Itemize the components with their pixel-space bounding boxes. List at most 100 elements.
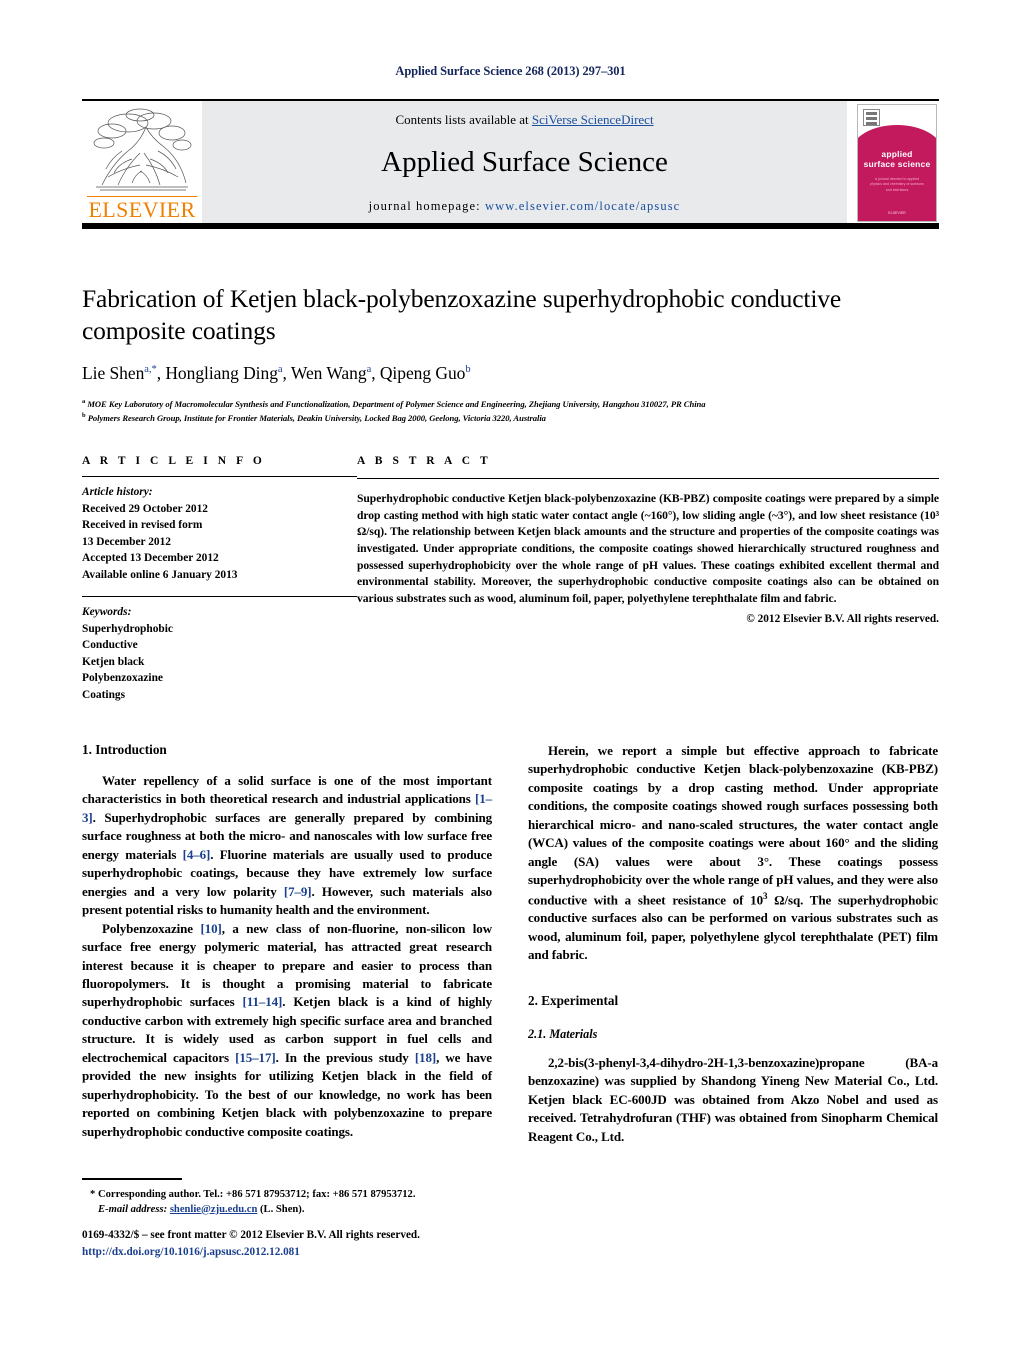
- article-history-item: Received in revised form: [82, 519, 203, 532]
- article-history-item: 13 December 2012: [82, 535, 171, 548]
- author-entry: Lie Shena,*: [82, 363, 157, 383]
- affiliation-item: b Polymers Research Group, Institute for…: [82, 411, 939, 425]
- cover-title-line2: surface science: [863, 159, 931, 170]
- footnote-corresponding-text: Corresponding author. Tel.: +86 571 8795…: [95, 1188, 416, 1200]
- body-columns: 1. Introduction Water repellency of a so…: [82, 742, 939, 1146]
- author-name: Lie Shen: [82, 363, 145, 384]
- text-run: Water repellency of a solid surface is o…: [82, 773, 492, 807]
- imprint-block: 0169-4332/$ – see front matter © 2012 El…: [82, 1227, 582, 1261]
- article-history-item: Available online 6 January 2013: [82, 568, 238, 581]
- elsevier-tree-icon: [93, 108, 192, 191]
- author-name: Hongliang Ding: [165, 363, 278, 384]
- abstract-rule: [357, 478, 939, 479]
- abstract-column: A B S T R A C T Superhydrophobic conduct…: [357, 455, 939, 703]
- article-info-heading: A R T I C L E I N F O: [82, 455, 266, 467]
- cover-title-line1: applied: [881, 149, 913, 159]
- email-label: E-mail address:: [98, 1203, 168, 1215]
- text-run: . In the previous study: [275, 1049, 415, 1065]
- article-history: Article history: Received 29 October 201…: [82, 484, 357, 583]
- author-entry: Qipeng Guob: [380, 363, 471, 383]
- citation-ref[interactable]: [11–14]: [243, 994, 283, 1009]
- intro-paragraph-1: Water repellency of a solid surface is o…: [82, 772, 492, 920]
- affiliation-mark: a: [82, 398, 86, 406]
- author-marks[interactable]: a: [278, 364, 283, 375]
- author-marks[interactable]: a,*: [144, 364, 156, 375]
- keyword-item: Conductive: [82, 639, 138, 652]
- title-block: Fabrication of Ketjen black-polybenzoxaz…: [82, 283, 939, 426]
- cover-footer-wordmark: ELSEVIER: [888, 211, 906, 215]
- body-column-right: Herein, we report a simple but effective…: [528, 742, 938, 1146]
- masthead-body: ELSEVIER Contents lists available at Sci…: [82, 101, 939, 223]
- cover-publisher-mark-icon: [863, 109, 880, 126]
- author-marks[interactable]: b: [465, 364, 470, 375]
- abstract-text: Superhydrophobic conductive Ketjen black…: [357, 492, 939, 606]
- affiliation-item: a MOE Key Laboratory of Macromolecular S…: [82, 397, 939, 411]
- keyword-item: Ketjen black: [82, 655, 145, 668]
- citation-ref[interactable]: [15–17]: [235, 1050, 276, 1065]
- author-email-link[interactable]: shenlie@zju.edu.cn: [170, 1204, 258, 1215]
- article-info-column: A R T I C L E I N F O Article history: R…: [82, 455, 357, 703]
- affiliation-mark: b: [82, 412, 86, 420]
- cover-subtitle: a journal devoted to applied physics and…: [870, 177, 924, 192]
- author-marks[interactable]: a: [367, 364, 372, 375]
- journal-cover-thumbnail[interactable]: applied surface science a journal devote…: [857, 104, 937, 222]
- author-name: Wen Wang: [290, 363, 367, 384]
- article-info-rule: [82, 476, 357, 477]
- footnote-body: * Corresponding author. Tel.: +86 571 87…: [82, 1187, 492, 1217]
- intro-paragraph-2: Polybenzoxazine [10], a new class of non…: [82, 920, 492, 1141]
- keywords-rule: [82, 596, 357, 598]
- doi-link[interactable]: http://dx.doi.org/10.1016/j.apsusc.2012.…: [82, 1244, 582, 1261]
- section-heading-introduction: 1. Introduction: [82, 742, 167, 757]
- corresponding-author-footnote: * Corresponding author. Tel.: +86 571 87…: [82, 1178, 492, 1217]
- article-history-item: Received 29 October 2012: [82, 502, 209, 515]
- materials-paragraph-1: 2,2-bis(3-phenyl-3,4-dihydro-2H-1,3-benz…: [528, 1054, 938, 1144]
- journal-title: Applied Surface Science: [381, 145, 668, 178]
- author-entry: Wen Wanga: [291, 363, 371, 383]
- affiliation-list: a MOE Key Laboratory of Macromolecular S…: [82, 397, 939, 425]
- citation-ref[interactable]: [7–9]: [284, 884, 312, 899]
- homepage-label: journal homepage:: [368, 198, 481, 213]
- intro-paragraph-3: Herein, we report a simple but effective…: [528, 742, 938, 965]
- sciencedirect-link[interactable]: SciVerse ScienceDirect: [532, 112, 654, 127]
- keywords-label: Keywords:: [82, 606, 132, 619]
- keywords-list: Keywords: Superhydrophobic Conductive Ke…: [82, 604, 357, 703]
- masthead-center: Contents lists available at SciVerse Sci…: [202, 101, 847, 223]
- author-list: Lie Shena,*, Hongliang Dinga, Wen Wanga,…: [82, 363, 471, 384]
- email-suffix: (L. Shen).: [257, 1203, 305, 1215]
- text-run: Polybenzoxazine: [102, 920, 201, 936]
- article-history-item: Accepted 13 December 2012: [82, 552, 219, 565]
- journal-cover-cell: applied surface science a journal devote…: [847, 101, 939, 223]
- abstract-heading: A B S T R A C T: [357, 455, 492, 467]
- article-history-label: Article history:: [82, 486, 153, 498]
- masthead-bottom-rule: [82, 223, 939, 229]
- page-title: Fabrication of Ketjen black-polybenzoxaz…: [82, 284, 842, 345]
- elsevier-logo: ELSEVIER: [82, 101, 202, 223]
- cover-journal-title: applied surface science: [858, 149, 936, 170]
- keyword-item: Polybenzoxazine: [82, 672, 163, 685]
- author-name: Qipeng Guo: [379, 363, 466, 384]
- citation-ref[interactable]: [4–6]: [183, 847, 211, 862]
- contents-prefix: Contents lists available at: [395, 112, 532, 127]
- journal-masthead: ELSEVIER Contents lists available at Sci…: [82, 99, 939, 229]
- journal-homepage-line: journal homepage: www.elsevier.com/locat…: [202, 199, 847, 214]
- keyword-item: Superhydrophobic: [82, 622, 173, 635]
- info-abstract-region: A R T I C L E I N F O Article history: R…: [82, 455, 939, 703]
- author-entry: Hongliang Dinga: [165, 363, 282, 383]
- article-first-page: Applied Surface Science 268 (2013) 297–3…: [0, 0, 1021, 1351]
- elsevier-wordmark: ELSEVIER: [88, 197, 196, 222]
- footnote-rule: [82, 1178, 182, 1180]
- citation-ref[interactable]: [18]: [415, 1050, 436, 1065]
- homepage-url[interactable]: www.elsevier.com/locate/apsusc: [485, 199, 680, 213]
- section-heading-experimental: 2. Experimental: [528, 992, 619, 1008]
- contents-available-line: Contents lists available at SciVerse Sci…: [202, 112, 847, 128]
- keyword-item: Coatings: [82, 688, 126, 701]
- text-run: Herein, we report a simple but effective…: [528, 743, 938, 907]
- subsection-heading-materials: 2.1. Materials: [528, 1026, 598, 1041]
- affiliation-text: MOE Key Laboratory of Macromolecular Syn…: [87, 399, 706, 410]
- keywords-block: Keywords: Superhydrophobic Conductive Ke…: [82, 596, 357, 703]
- abstract-copyright: © 2012 Elsevier B.V. All rights reserved…: [746, 612, 939, 625]
- citation-ref[interactable]: [10]: [200, 921, 221, 936]
- running-head: Applied Surface Science 268 (2013) 297–3…: [395, 64, 626, 78]
- body-column-left: 1. Introduction Water repellency of a so…: [82, 742, 492, 1146]
- affiliation-text: Polymers Research Group, Institute for F…: [87, 413, 546, 424]
